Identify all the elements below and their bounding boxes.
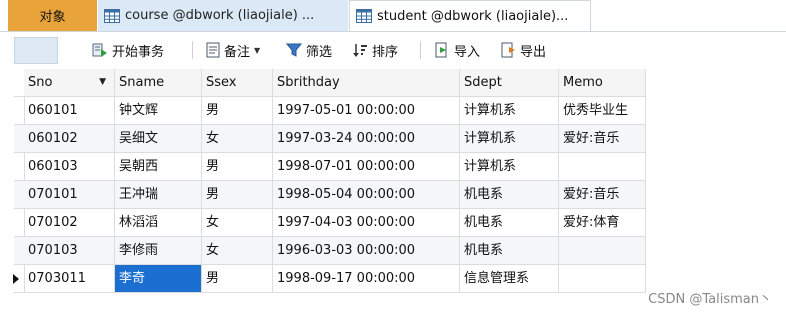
filter-button[interactable]: 筛选	[286, 40, 332, 60]
column-header-label: Sname	[119, 75, 165, 90]
table-icon	[104, 8, 120, 23]
import-label: 导入	[454, 44, 481, 60]
cell-sbrithday[interactable]: 1996-03-03 00:00:00	[273, 237, 460, 265]
cell-sno[interactable]: 070103	[24, 237, 115, 265]
column-header-memo[interactable]: Memo	[559, 69, 646, 97]
column-header-sdept[interactable]: Sdept	[460, 69, 559, 97]
transaction-icon	[92, 43, 107, 57]
column-header-sname[interactable]: Sname	[115, 69, 202, 97]
watermark: CSDN @Talisman丶	[648, 292, 772, 307]
sort-button[interactable]: 排序	[352, 40, 398, 60]
cell-memo[interactable]	[559, 153, 646, 181]
cell-sno[interactable]: 060101	[24, 97, 115, 125]
column-header-label: Sbrithday	[277, 75, 340, 90]
cell-sno[interactable]: 070101	[24, 181, 115, 209]
cell-ssex[interactable]: 女	[202, 209, 273, 237]
cell-ssex[interactable]: 男	[202, 97, 273, 125]
toolbar-divider	[420, 41, 421, 59]
cell-ssex[interactable]: 女	[202, 237, 273, 265]
cell-sdept[interactable]: 机电系	[460, 181, 559, 209]
column-header-ssex[interactable]: Ssex	[202, 69, 273, 97]
sort-icon	[353, 44, 367, 57]
import-icon	[435, 42, 447, 58]
filter-icon	[286, 43, 302, 57]
cell-sname[interactable]: 吴朝西	[115, 153, 202, 181]
cell-sdept[interactable]: 机电系	[460, 209, 559, 237]
cell-sno[interactable]: 0703011	[24, 265, 115, 293]
cell-ssex[interactable]: 女	[202, 125, 273, 153]
tab-objects[interactable]: 对象	[8, 0, 97, 31]
cell-ssex[interactable]: 男	[202, 181, 273, 209]
export-label: 导出	[520, 44, 547, 60]
cell-sdept[interactable]: 信息管理系	[460, 265, 559, 293]
toolbar-divider	[192, 41, 193, 59]
cell-ssex[interactable]: 男	[202, 265, 273, 293]
cell-memo[interactable]	[559, 265, 646, 293]
cell-memo[interactable]: 优秀毕业生	[559, 97, 646, 125]
tab-objects-label: 对象	[39, 10, 66, 25]
cell-memo[interactable]	[559, 237, 646, 265]
export-icon	[501, 42, 515, 58]
cell-sdept[interactable]: 计算机系	[460, 153, 559, 181]
cell-sname[interactable]: 林滔滔	[115, 209, 202, 237]
sort-label: 排序	[372, 44, 399, 60]
note-icon	[206, 42, 220, 58]
cell-sno[interactable]: 070102	[24, 209, 115, 237]
chevron-down-icon: ▼	[254, 45, 261, 55]
table-icon	[356, 9, 372, 23]
begin-transaction-label: 开始事务	[112, 44, 165, 60]
cell-sbrithday[interactable]: 1997-04-03 00:00:00	[273, 209, 460, 237]
cell-sno[interactable]: 060103	[24, 153, 115, 181]
cell-sname[interactable]: 吴细文	[115, 125, 202, 153]
cell-sdept[interactable]: 计算机系	[460, 97, 559, 125]
column-header-label: Memo	[563, 75, 603, 90]
import-button[interactable]: 导入	[434, 40, 480, 60]
column-header-sno[interactable]: Sno ▼	[24, 69, 115, 97]
tab-student-label: student @dbwork (liaojiale)...	[377, 8, 569, 24]
cell-sbrithday[interactable]: 1997-05-01 00:00:00	[273, 97, 460, 125]
cell-sname-selected[interactable]: 李奇	[115, 265, 202, 293]
cell-sdept[interactable]: 计算机系	[460, 125, 559, 153]
cell-ssex[interactable]: 男	[202, 153, 273, 181]
cell-memo[interactable]: 爱好:音乐	[559, 181, 646, 209]
column-header-sbrithday[interactable]: Sbrithday	[273, 69, 460, 97]
tab-student-table[interactable]: student @dbwork (liaojiale)...	[349, 0, 591, 31]
export-button[interactable]: 导出	[500, 40, 546, 60]
memo-label: 备注	[224, 44, 251, 60]
cell-sno[interactable]: 060102	[24, 125, 115, 153]
cell-sdept[interactable]: 机电系	[460, 237, 559, 265]
tab-course-label: course @dbwork (liaojiale) ...	[125, 8, 315, 23]
cell-sbrithday[interactable]: 1998-09-17 00:00:00	[273, 265, 460, 293]
cell-memo[interactable]: 爱好:音乐	[559, 125, 646, 153]
tab-course-table[interactable]: course @dbwork (liaojiale) ...	[98, 0, 348, 31]
column-header-label: Ssex	[206, 75, 237, 90]
sort-descending-icon[interactable]: ▼	[99, 69, 106, 96]
column-header-label: Sdept	[464, 75, 502, 90]
cell-sname[interactable]: 钟文辉	[115, 97, 202, 125]
grid-left-gutter	[0, 69, 12, 293]
cell-memo[interactable]: 爱好:体育	[559, 209, 646, 237]
cell-sname[interactable]: 王冲瑞	[115, 181, 202, 209]
current-row-marker-icon	[13, 274, 19, 284]
filter-label: 筛选	[306, 44, 333, 60]
cell-sbrithday[interactable]: 1998-07-01 00:00:00	[273, 153, 460, 181]
toolbar-blank-field[interactable]	[14, 37, 58, 64]
cell-sname[interactable]: 李修雨	[115, 237, 202, 265]
column-header-label: Sno	[28, 75, 53, 90]
memo-button[interactable]: 备注 ▼	[206, 40, 260, 60]
cell-sbrithday[interactable]: 1998-05-04 00:00:00	[273, 181, 460, 209]
toolbar: 开始事务 备注 ▼ 筛选 排序 导入 导出	[0, 32, 786, 67]
tab-bar: 对象 course @dbwork (liaojiale) ... studen…	[0, 0, 786, 32]
begin-transaction-button[interactable]: 开始事务	[92, 40, 164, 60]
cell-sbrithday[interactable]: 1997-03-24 00:00:00	[273, 125, 460, 153]
